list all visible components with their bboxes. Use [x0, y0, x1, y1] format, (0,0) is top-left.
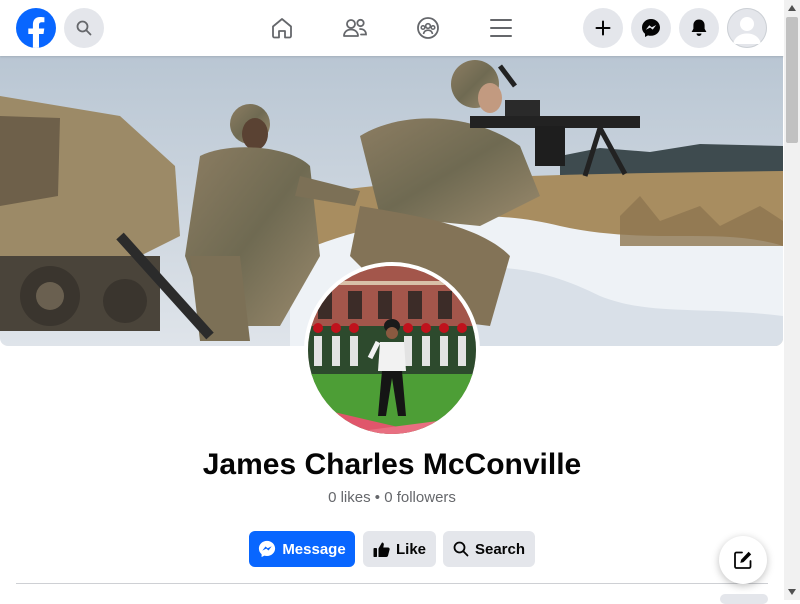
message-button[interactable]: Message — [249, 531, 355, 567]
messenger-icon — [642, 19, 660, 37]
scroll-down-arrow-icon[interactable] — [784, 584, 800, 600]
top-navigation-bar — [0, 0, 784, 56]
profile-picture[interactable] — [304, 262, 480, 438]
friends-icon[interactable] — [339, 12, 371, 44]
scroll-up-arrow-icon[interactable] — [784, 0, 800, 16]
search-button[interactable] — [64, 8, 104, 48]
groups-icon[interactable] — [412, 12, 444, 44]
search-button-label: Search — [474, 540, 526, 558]
vertical-scrollbar[interactable] — [784, 0, 800, 600]
like-button[interactable]: Like — [363, 531, 436, 567]
search-icon — [76, 20, 92, 36]
messenger-button[interactable] — [631, 8, 671, 48]
menu-icon[interactable] — [485, 12, 517, 44]
search-icon — [453, 541, 469, 557]
like-button-label: Like — [395, 540, 426, 558]
messenger-icon — [259, 540, 276, 558]
scrollbar-thumb[interactable] — [786, 17, 798, 143]
bell-icon — [691, 19, 707, 36]
compose-icon — [734, 551, 752, 569]
notifications-button[interactable] — [679, 8, 719, 48]
search-profile-button[interactable]: Search — [443, 531, 535, 567]
section-divider — [16, 583, 768, 584]
profile-stats: 0 likes • 0 followers — [0, 488, 784, 508]
likes-count-link[interactable]: 0 likes — [328, 489, 371, 506]
thumbs-up-icon — [373, 542, 390, 557]
facebook-logo-icon[interactable] — [16, 8, 56, 48]
plus-icon — [595, 20, 611, 36]
bottom-tab-edge — [720, 594, 768, 604]
home-icon[interactable] — [266, 12, 298, 44]
stats-separator: • — [370, 489, 385, 506]
profile-name: James Charles McConville — [202, 448, 582, 481]
message-button-label: Message — [282, 540, 346, 558]
new-message-button[interactable] — [719, 536, 767, 584]
followers-count-link[interactable]: 0 followers — [384, 489, 456, 506]
account-avatar[interactable] — [727, 8, 767, 48]
create-button[interactable] — [583, 8, 623, 48]
